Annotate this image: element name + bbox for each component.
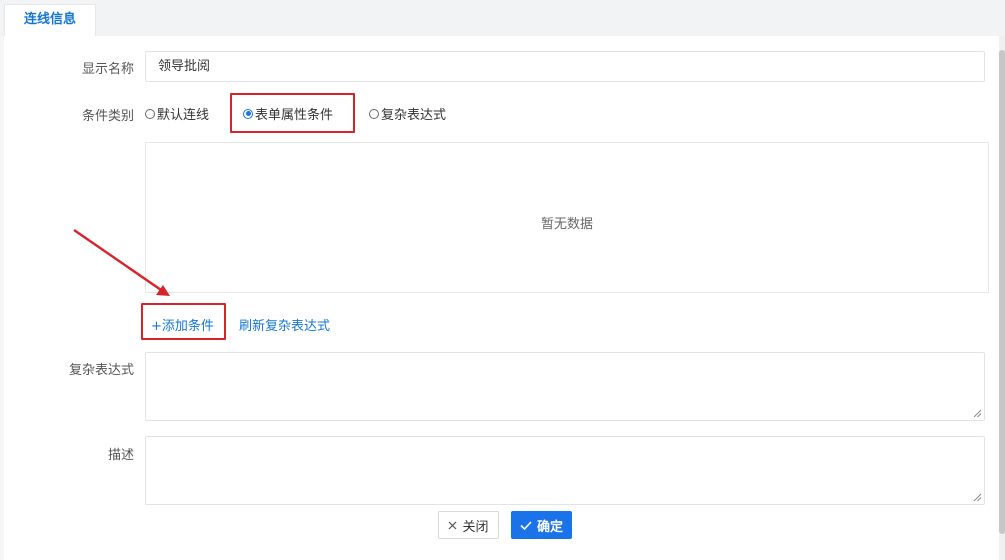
annotation-arrow-icon — [73, 229, 170, 296]
description-label: 描述 — [107, 448, 134, 463]
display-name-label: 显示名称 — [81, 62, 134, 77]
condition-type-label: 条件类别 — [81, 109, 134, 124]
resize-handle-icon[interactable] — [973, 409, 982, 418]
radio-complex-expression-label: 复杂表达式 — [381, 108, 447, 123]
radio-circle-icon — [145, 108, 155, 119]
complex-expression-textarea[interactable] — [145, 352, 985, 421]
tab-connection-info[interactable]: 连线信息 — [4, 4, 96, 36]
radio-complex-expression[interactable]: 复杂表达式 — [369, 104, 446, 123]
refresh-complex-expression-link[interactable]: 刷新复杂表达式 — [239, 315, 330, 334]
empty-data-text: 暂无数据 — [540, 217, 593, 232]
scrollbar-thumb[interactable] — [999, 50, 1005, 534]
conditions-table: 暂无数据 — [145, 142, 989, 293]
radio-default-connection[interactable]: 默认连线 — [145, 104, 209, 123]
add-condition-link[interactable]: +添加条件 — [151, 315, 214, 334]
vertical-scrollbar[interactable] — [999, 36, 1005, 560]
complex-expression-label: 复杂表达式 — [68, 363, 134, 378]
checkmark-icon — [520, 520, 532, 530]
description-textarea[interactable] — [145, 436, 985, 505]
close-icon — [449, 521, 457, 529]
close-button[interactable]: 关闭 — [438, 511, 499, 539]
radio-circle-icon — [369, 108, 379, 119]
radio-default-connection-label: 默认连线 — [157, 108, 210, 123]
radio-form-attribute-condition[interactable]: 表单属性条件 — [243, 104, 333, 123]
resize-handle-icon[interactable] — [973, 493, 982, 502]
confirm-button-label: 确定 — [536, 519, 563, 535]
form-panel: 显示名称 领导批阅 条件类别 默认连线 表单属性条件 复杂表达式 暂无数据 +添… — [4, 36, 1005, 560]
tab-bar: 连线信息 — [0, 0, 1005, 36]
radio-checked-icon — [243, 108, 253, 119]
display-name-input[interactable]: 领导批阅 — [145, 51, 985, 82]
radio-form-attribute-label: 表单属性条件 — [255, 108, 334, 123]
confirm-button[interactable]: 确定 — [511, 511, 572, 539]
close-button-label: 关闭 — [462, 519, 489, 535]
